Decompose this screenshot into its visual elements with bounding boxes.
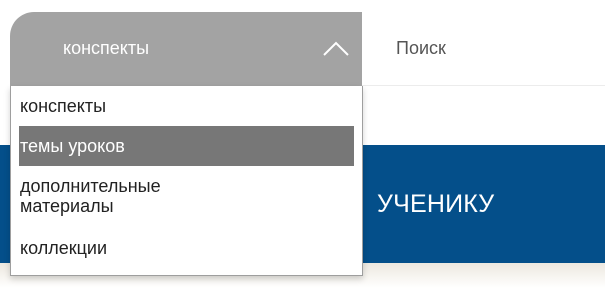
banner-label-ucheniku[interactable]: УЧЕНИКУ — [377, 190, 494, 219]
category-select-value: конспекты — [63, 38, 150, 58]
category-dropdown-list: конспекты темы уроков дополнительные мат… — [10, 86, 363, 276]
dropdown-option-kollektsii[interactable]: коллекции — [11, 228, 362, 268]
dropdown-option-temy-urokov[interactable]: темы уроков — [19, 126, 354, 166]
dropdown-option-konspekty[interactable]: конспекты — [11, 86, 362, 126]
search-input[interactable] — [362, 12, 605, 86]
category-select[interactable]: конспекты — [10, 12, 362, 86]
chevron-up-icon — [323, 41, 349, 56]
dropdown-option-dopolnitelnye-materialy[interactable]: дополнительные материалы — [11, 176, 362, 226]
